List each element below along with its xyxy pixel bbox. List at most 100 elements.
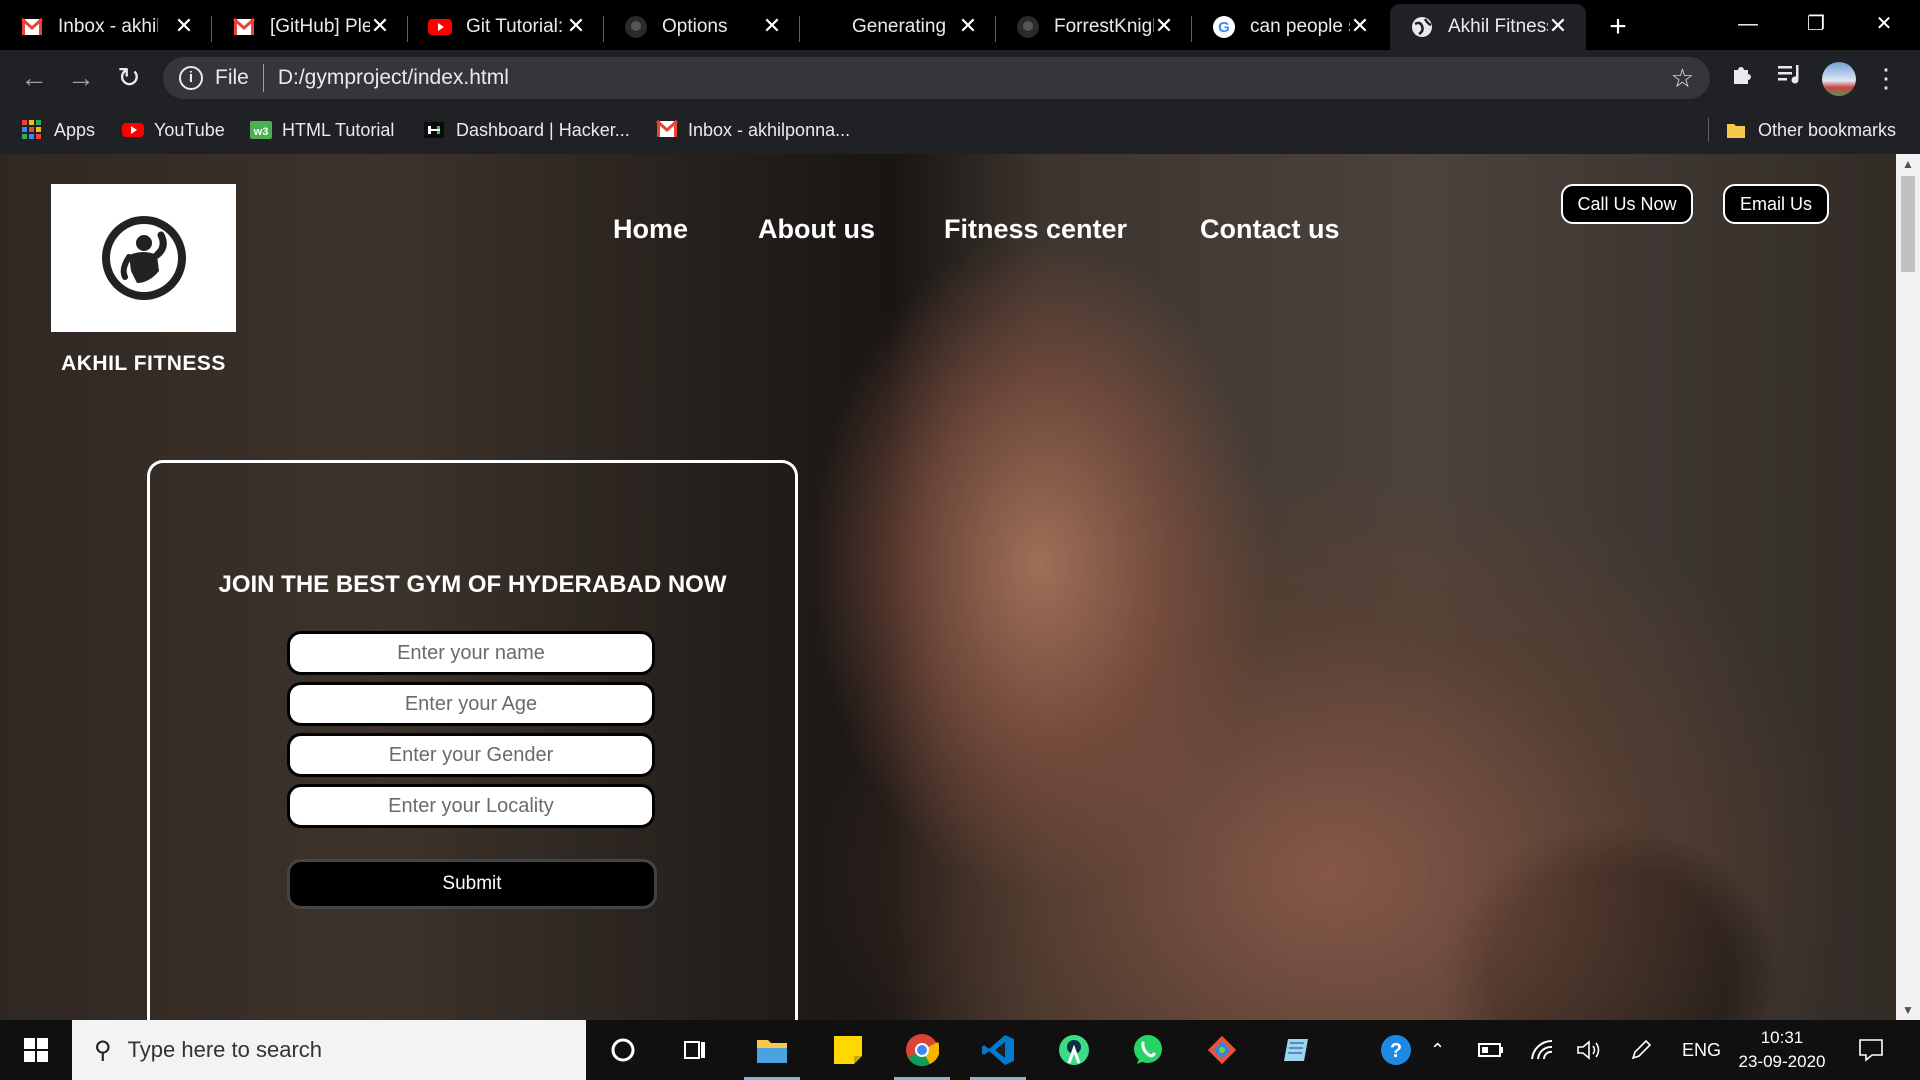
nav-home[interactable]: Home	[613, 214, 688, 245]
bookmark-star-icon[interactable]: ☆	[1671, 63, 1694, 94]
bookmark-apps[interactable]: Apps	[22, 106, 95, 154]
vscode-icon[interactable]	[970, 1030, 1026, 1080]
notepad-icon[interactable]	[1278, 1030, 1318, 1070]
info-icon[interactable]: i	[179, 66, 203, 90]
tab-akhil-fitness[interactable]: Akhil Fitness ✕	[1390, 4, 1586, 50]
battery-icon[interactable]	[1478, 1020, 1504, 1080]
windows-start-icon[interactable]	[0, 1020, 72, 1080]
new-tab-button[interactable]: +	[1600, 10, 1636, 46]
close-icon[interactable]: ✕	[1152, 14, 1176, 38]
tab-title: Generating a	[852, 16, 952, 37]
task-view-icon[interactable]	[676, 1030, 716, 1070]
chrome-icon[interactable]	[894, 1030, 950, 1080]
bookmark-label: Dashboard | Hacker...	[456, 119, 630, 140]
restore-icon[interactable]: ❐	[1788, 6, 1844, 42]
tab-title: Inbox - akhil	[58, 16, 158, 37]
brand-name: AKHIL FITNESS	[61, 352, 226, 375]
tab-inbox[interactable]: Inbox - akhil ✕	[0, 4, 212, 50]
flexing-man-icon	[101, 216, 186, 300]
taskbar-search[interactable]: ⚲ Type here to search	[72, 1020, 586, 1080]
tab-generating[interactable]: Generating a ✕	[800, 4, 996, 50]
tab-forrestknight[interactable]: ForrestKnigh ✕	[996, 4, 1192, 50]
tab-title: Akhil Fitness	[1448, 16, 1548, 37]
tab-title: Git Tutorial:	[466, 16, 564, 37]
help-icon[interactable]: ?	[1376, 1030, 1416, 1070]
language-indicator[interactable]: ENG	[1682, 1020, 1721, 1080]
bookmark-inbox[interactable]: Inbox - akhilponna...	[655, 106, 851, 154]
scroll-thumb[interactable]	[1901, 176, 1915, 272]
notifications-icon[interactable]	[1858, 1020, 1884, 1080]
nav-fitness-center[interactable]: Fitness center	[944, 214, 1127, 245]
wifi-icon[interactable]	[1530, 1020, 1554, 1080]
close-icon[interactable]: ✕	[172, 14, 196, 38]
media-queue-icon[interactable]	[1774, 62, 1806, 94]
email-us-button[interactable]: Email Us	[1723, 184, 1829, 224]
tab-title: [GitHub] Ple	[270, 16, 370, 37]
sticky-notes-icon[interactable]	[828, 1030, 868, 1070]
site-logo[interactable]	[51, 184, 236, 332]
nav-about-us[interactable]: About us	[758, 214, 875, 245]
web-page: AKHIL FITNESS Home About us Fitness cent…	[0, 154, 1896, 1020]
tab-github-mail[interactable]: [GitHub] Ple ✕	[212, 4, 408, 50]
bookmark-label: YouTube	[154, 119, 225, 140]
file-explorer-icon[interactable]	[744, 1030, 800, 1080]
clock-time: 10:31	[1760, 1028, 1804, 1047]
bookmark-html-tutorial[interactable]: w3 HTML Tutorial	[250, 106, 394, 154]
signup-form: JOIN THE BEST GYM OF HYDERABAD NOW Submi…	[147, 460, 798, 1020]
android-studio-icon[interactable]	[1054, 1030, 1094, 1070]
name-input[interactable]	[287, 631, 655, 675]
bookmark-label: Other bookmarks	[1758, 119, 1897, 140]
submit-button[interactable]: Submit	[287, 859, 657, 909]
locality-input[interactable]	[287, 784, 655, 828]
nav-contact-us[interactable]: Contact us	[1200, 214, 1340, 245]
menu-kebab-icon[interactable]: ⋮	[1870, 62, 1902, 94]
extensions-puzzle-icon[interactable]	[1726, 62, 1758, 94]
close-icon[interactable]: ✕	[956, 14, 980, 38]
cortana-icon[interactable]	[603, 1030, 643, 1070]
tab-git-tutorial[interactable]: Git Tutorial: ✕	[408, 4, 604, 50]
url-text: D:/gymproject/index.html	[277, 66, 509, 89]
call-us-button[interactable]: Call Us Now	[1561, 184, 1693, 224]
search-icon: ⚲	[94, 1036, 112, 1064]
age-input[interactable]	[287, 682, 655, 726]
close-icon[interactable]: ✕	[1546, 14, 1570, 38]
youtube-icon	[428, 15, 452, 39]
bookmark-label: Apps	[54, 119, 96, 140]
bookmark-hackerrank[interactable]: Dashboard | Hacker...	[424, 106, 630, 154]
tab-options[interactable]: Options ✕	[604, 4, 800, 50]
clock-date: 23-09-2020	[1738, 1052, 1826, 1071]
scroll-up-arrow-icon[interactable]: ▲	[1896, 154, 1920, 174]
bookmark-other[interactable]: Other bookmarks	[1726, 106, 1896, 154]
system-clock[interactable]: 10:31 23-09-2020	[1722, 1026, 1842, 1074]
forward-arrow-icon[interactable]: →	[61, 58, 101, 98]
tab-strip: Inbox - akhil ✕ [GitHub] Ple ✕ Git Tutor…	[0, 0, 1920, 50]
window-close-icon[interactable]: ✕	[1856, 6, 1912, 42]
address-bar[interactable]: i File D:/gymproject/index.html ☆	[163, 57, 1710, 99]
volume-icon[interactable]	[1576, 1020, 1602, 1080]
scroll-down-arrow-icon[interactable]: ▼	[1896, 1000, 1920, 1020]
reload-icon[interactable]: ↻	[109, 58, 149, 98]
close-icon[interactable]: ✕	[564, 14, 588, 38]
youtube-icon	[122, 120, 144, 140]
close-icon[interactable]: ✕	[368, 14, 392, 38]
git-gui-icon[interactable]	[1202, 1030, 1242, 1070]
back-arrow-icon[interactable]: ←	[14, 58, 54, 98]
bookmark-youtube[interactable]: YouTube	[122, 106, 225, 154]
hackerrank-icon	[424, 120, 444, 140]
url-scheme: File	[215, 66, 249, 89]
page-scrollbar[interactable]: ▲ ▼	[1896, 154, 1920, 1020]
close-icon[interactable]: ✕	[760, 14, 784, 38]
address-divider	[262, 64, 264, 92]
close-icon[interactable]: ✕	[1348, 14, 1372, 38]
tab-google-search[interactable]: G can people s ✕	[1192, 4, 1388, 50]
gmail-icon	[20, 15, 44, 39]
profile-avatar[interactable]	[1822, 62, 1856, 96]
bookmark-label: Inbox - akhilponna...	[688, 119, 851, 140]
whatsapp-icon[interactable]	[1128, 1030, 1168, 1070]
pen-icon[interactable]	[1630, 1020, 1652, 1080]
minimize-icon[interactable]: —	[1720, 6, 1776, 42]
tab-title: ForrestKnigh	[1054, 16, 1154, 37]
show-hidden-icons-icon[interactable]: ⌃	[1430, 1020, 1445, 1080]
gender-input[interactable]	[287, 733, 655, 777]
w3schools-icon: w3	[250, 120, 272, 140]
